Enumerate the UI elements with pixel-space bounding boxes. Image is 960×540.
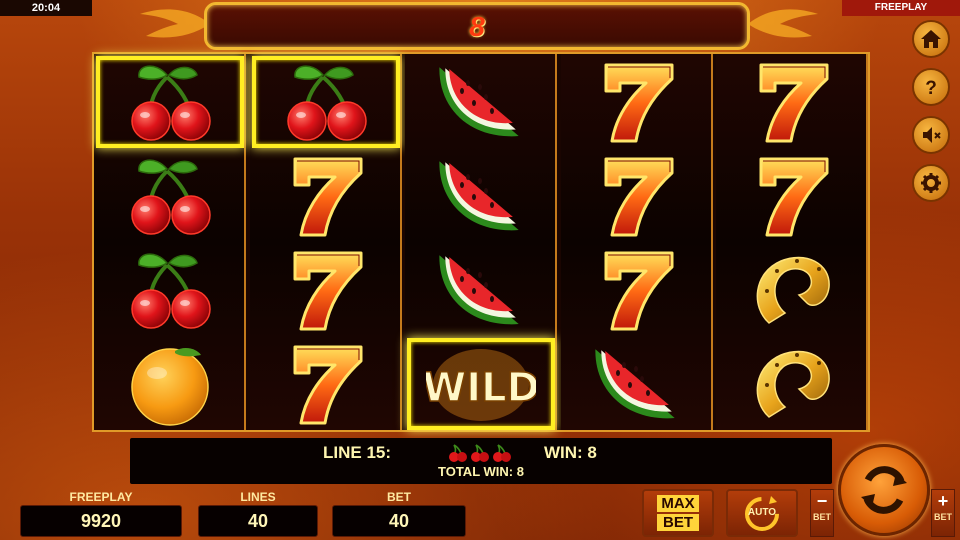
watermelon-symbol [407,56,555,148]
seven-symbol [563,150,711,242]
cherry-symbol [96,150,244,242]
settings-button[interactable] [912,164,950,202]
reel-area: WILD [92,52,870,432]
win-amount: 8 [469,11,485,42]
sound-muted-icon [923,127,941,143]
cherry-symbol [96,244,244,336]
seven-symbol [252,338,400,430]
help-button[interactable]: ? [912,68,950,106]
bet-text: BET [657,514,699,531]
reel-1 [94,54,246,430]
bet-value[interactable]: 40 [332,505,466,537]
horseshoe-symbol [718,338,866,430]
right-wing-decoration [748,9,818,38]
line-win-label: WIN: 8 [544,443,597,462]
cherry-symbol [251,56,400,148]
reel-2 [249,54,402,430]
auto-play-button[interactable]: AUTO [726,489,798,537]
bet-minus-button[interactable]: − BET [810,489,834,537]
plus-icon: + [937,491,949,511]
watermelon-symbol [407,150,555,242]
lines-value[interactable]: 40 [198,505,318,537]
orange-symbol [96,338,244,430]
cherry-symbol [96,56,244,148]
reel-3: WILD [405,54,557,430]
minus-bet-label: BET [813,512,831,522]
horseshoe-symbol [718,244,866,336]
win-display: 8 [204,2,750,50]
max-bet-button[interactable]: MAX BET [642,489,714,537]
sound-button[interactable] [912,116,950,154]
seven-symbol [252,244,400,336]
svg-text:WILD: WILD [426,365,536,411]
spin-button[interactable] [838,444,930,536]
gear-icon [921,173,941,193]
help-icon: ? [925,78,937,98]
max-text: MAX [657,495,699,512]
reel-4 [560,54,713,430]
left-wing-decoration [140,9,210,38]
seven-symbol [563,244,711,336]
line-label: LINE 15: [323,443,392,462]
total-win-label: TOTAL WIN: 8 [438,464,524,479]
seven-symbol [563,56,711,148]
plus-bet-label: BET [934,512,952,522]
seven-symbol [718,150,866,242]
seven-symbol [718,56,866,148]
freeplay-balance: 9920 [20,505,182,537]
lines-label: LINES [240,490,276,504]
line-cherries-icon [449,444,512,463]
reel-5 [716,54,868,430]
svg-text:?: ? [925,78,937,98]
minus-icon: − [816,491,828,511]
home-button[interactable] [912,20,950,58]
clock: 20:04 [0,0,92,16]
spin-icon [861,466,907,514]
home-icon [921,30,941,48]
mode-badge: FREEPLAY [842,0,960,16]
wild-symbol: WILD [407,338,555,430]
freeplay-label: FREEPLAY [69,490,133,504]
bet-plus-button[interactable]: + BET [931,489,955,537]
bet-label: BET [387,490,411,504]
seven-symbol [252,150,400,242]
watermelon-symbol [563,338,711,430]
auto-label: AUTO [747,507,777,518]
watermelon-symbol [407,244,555,336]
line-win-info: LINE 15: WIN: 8 TOTAL WIN: 8 [130,438,832,484]
